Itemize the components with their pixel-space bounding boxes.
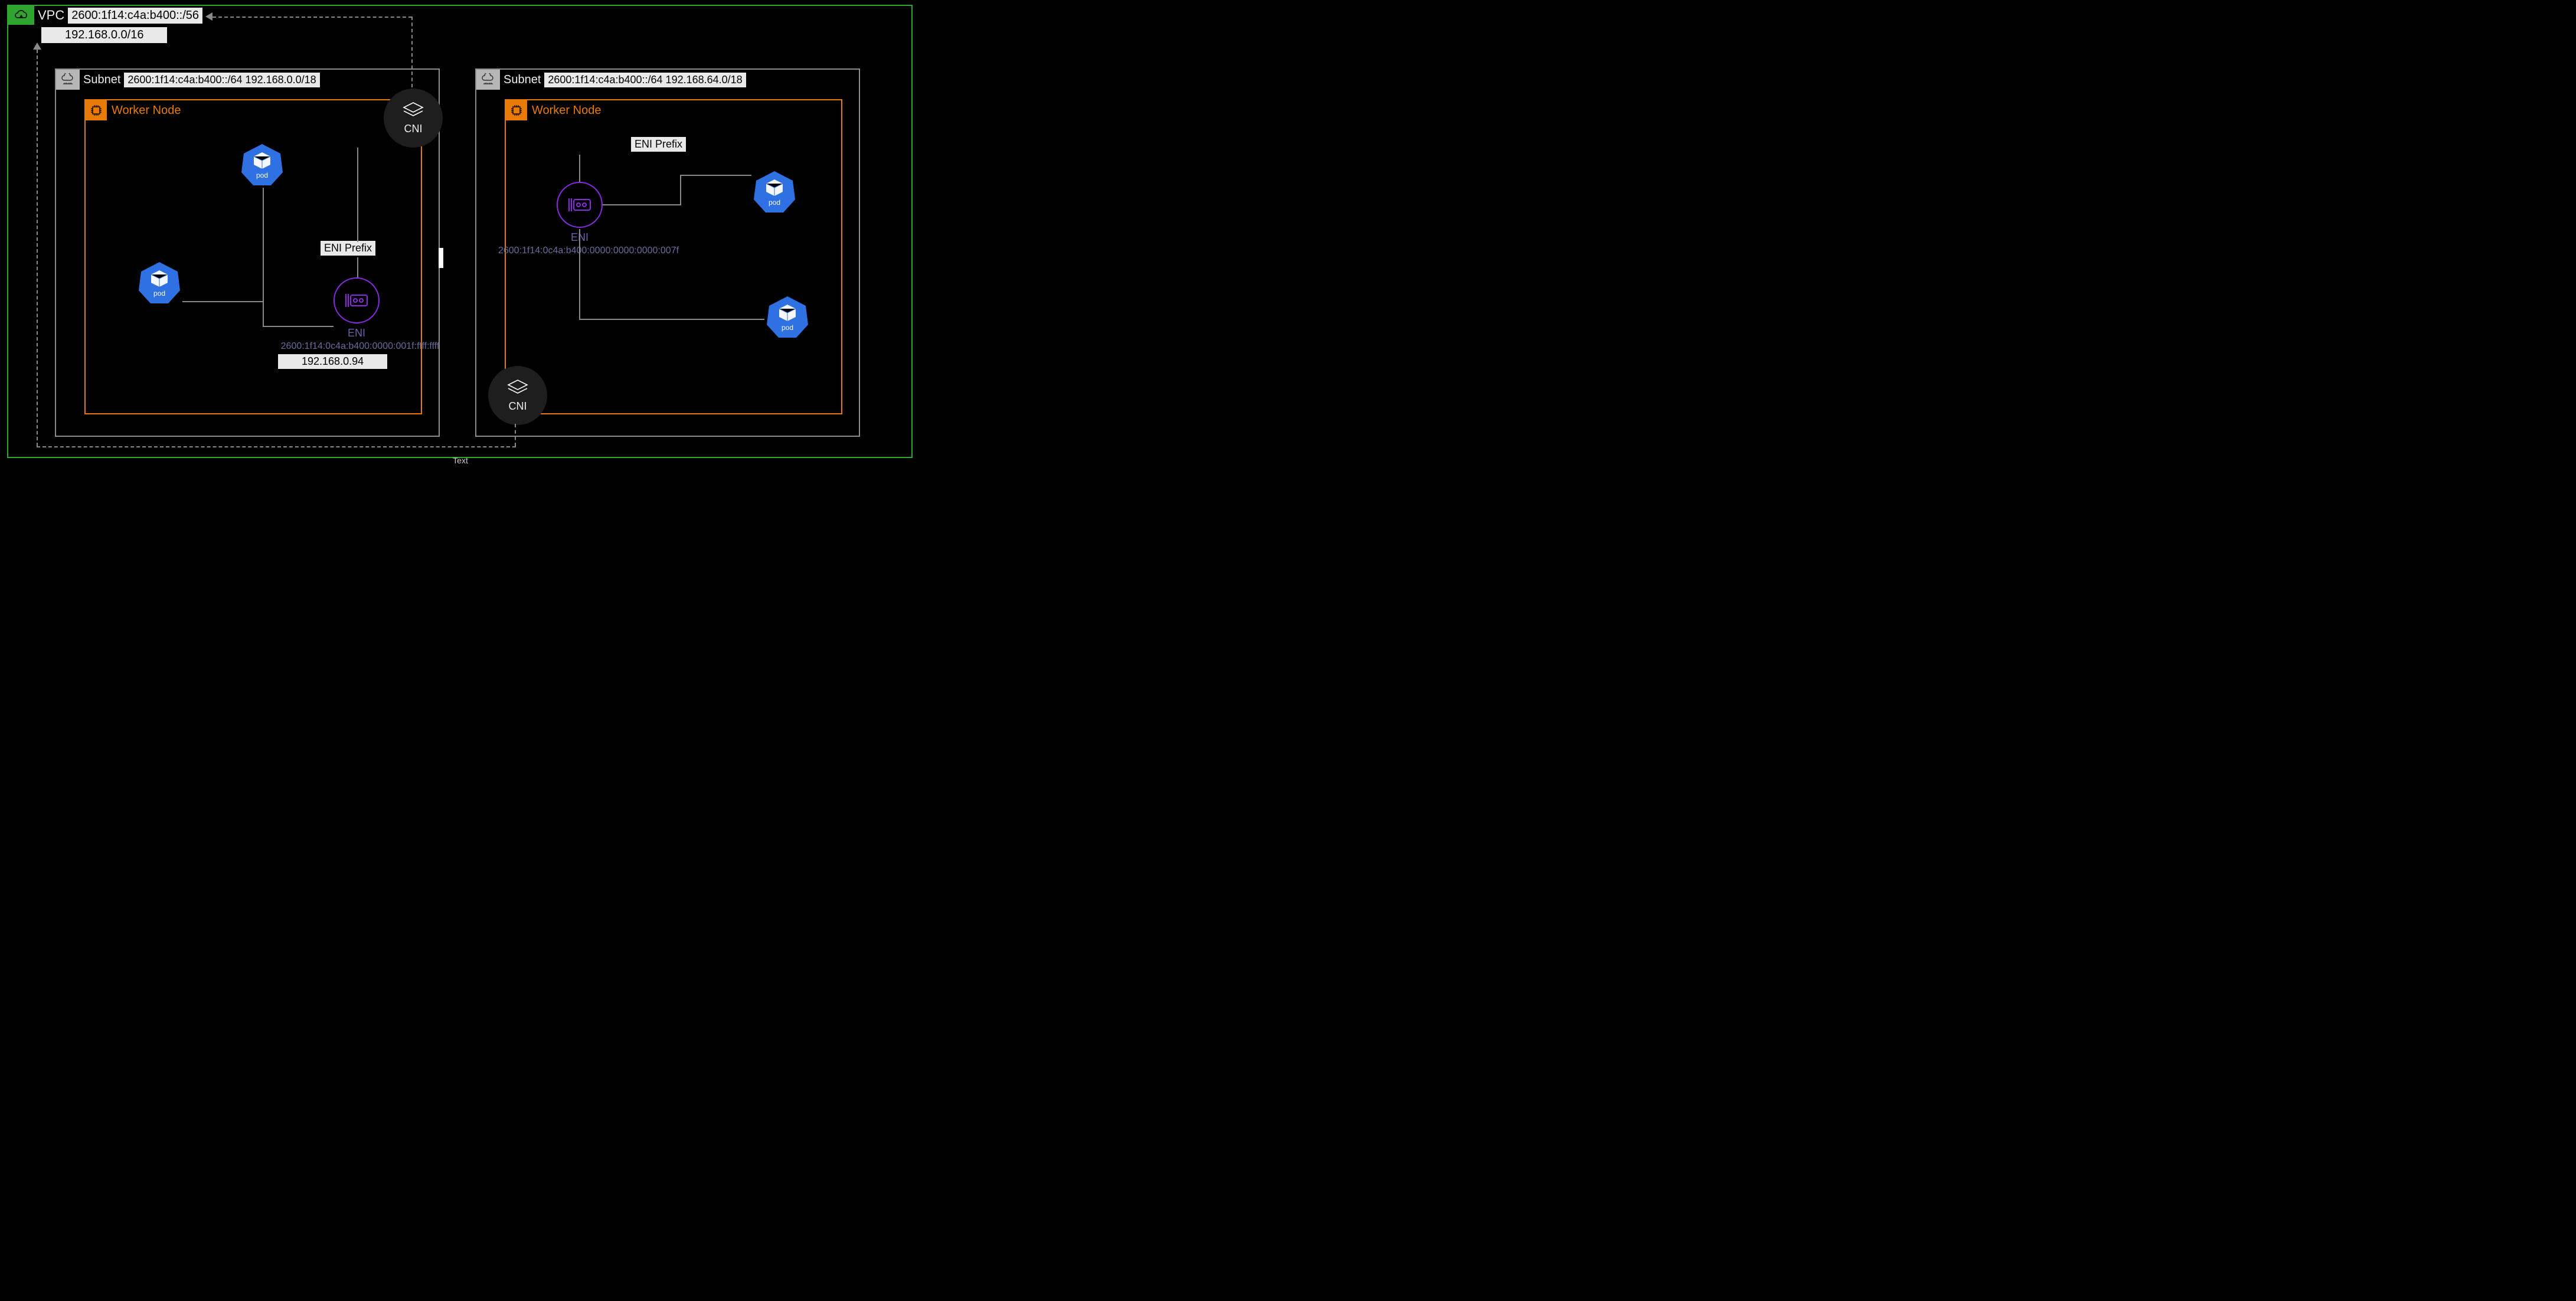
- pod-2a: pod: [751, 169, 797, 215]
- subnet-1-label: Subnet: [83, 73, 120, 87]
- subnet-icon: [56, 70, 80, 90]
- chip-icon: [506, 100, 527, 120]
- connector: [182, 301, 264, 302]
- diagram-stage: VPC 2600:1f14:c4a:b400::/56 192.168.0.0/…: [0, 0, 921, 466]
- network-card-icon: [344, 292, 370, 309]
- dashed-connector: [37, 446, 516, 447]
- eni-2-ipv6: 2600:1f14:0c4a:b400:0000:0000:0000:007f: [488, 246, 689, 256]
- connector: [263, 188, 264, 301]
- connector: [357, 257, 358, 277]
- subnet-2-header: Subnet 2600:1f14:c4a:b400::/64 192.168.6…: [476, 70, 746, 90]
- pod-1b: pod: [136, 260, 182, 306]
- vpc-header: VPC 2600:1f14:c4a:b400::/56: [8, 6, 202, 25]
- dashed-connector: [515, 424, 516, 446]
- worker-2-label: Worker Node: [532, 104, 601, 117]
- worker-node-1: Worker Node CNI pod: [84, 99, 422, 414]
- worker-1-header: Worker Node: [86, 100, 181, 120]
- eni-1-label: ENI: [334, 327, 380, 339]
- chip-icon: [86, 100, 107, 120]
- subnet-2-label: Subnet: [504, 73, 541, 87]
- eni-prefix-1-label: ENI Prefix: [321, 241, 375, 256]
- vpc-cidr-v4: 192.168.0.0/16: [41, 27, 167, 43]
- connector: [579, 229, 580, 319]
- subnet-2: Subnet 2600:1f14:c4a:b400::/64 192.168.6…: [475, 68, 860, 437]
- pod-1a-label: pod: [239, 171, 285, 179]
- side-marker: [439, 248, 443, 268]
- eni-2: [557, 182, 603, 228]
- pod-1a: pod: [239, 142, 285, 188]
- connector: [579, 175, 580, 182]
- cni-2: CNI: [488, 366, 547, 425]
- connector: [263, 326, 334, 327]
- worker-2-header: Worker Node: [506, 100, 601, 120]
- vpc-label: VPC: [38, 8, 64, 23]
- worker-1-label: Worker Node: [112, 104, 181, 117]
- pod-2b-label: pod: [764, 323, 810, 332]
- arrow-left-icon: [205, 12, 213, 21]
- connector: [680, 175, 681, 205]
- dashed-connector: [37, 50, 38, 446]
- cni-1-label: CNI: [404, 123, 423, 135]
- arrow-up-icon: [33, 43, 41, 50]
- layers-icon: [506, 379, 529, 398]
- pod-2b: pod: [764, 294, 810, 340]
- connector: [263, 301, 264, 326]
- connector: [603, 204, 681, 205]
- worker-node-2: Worker Node ENI Prefix ENI 2600:1f14:0c4…: [505, 99, 842, 414]
- dashed-connector: [411, 17, 413, 87]
- connector: [579, 319, 764, 320]
- layers-icon: [401, 102, 425, 120]
- connector: [579, 155, 580, 175]
- vpc-cidr-v6: 2600:1f14:c4a:b400::/56: [68, 8, 202, 24]
- eni-prefix-2-label: ENI Prefix: [631, 137, 686, 152]
- connector: [680, 175, 751, 176]
- pod-1b-label: pod: [136, 289, 182, 298]
- subnet-1-header: Subnet 2600:1f14:c4a:b400::/64 192.168.0…: [56, 70, 320, 90]
- subnet-icon: [476, 70, 500, 90]
- eni-1-ipv4: 192.168.0.94: [278, 354, 387, 369]
- subnet-2-cidr: 2600:1f14:c4a:b400::/64 192.168.64.0/18: [544, 73, 746, 87]
- pod-2a-label: pod: [751, 198, 797, 207]
- connector: [357, 148, 358, 242]
- subnet-1: Subnet 2600:1f14:c4a:b400::/64 192.168.0…: [55, 68, 440, 437]
- cni-1: CNI: [384, 89, 443, 148]
- subnet-1-cidr: 2600:1f14:c4a:b400::/64 192.168.0.0/18: [124, 73, 319, 87]
- footer-text: Text: [0, 456, 921, 465]
- vpc-container: VPC 2600:1f14:c4a:b400::/56 192.168.0.0/…: [7, 5, 913, 458]
- cni-2-label: CNI: [509, 400, 527, 413]
- eni-1-ipv6: 2600:1f14:0c4a:b400:0000:001f:ffff:ffff: [263, 341, 457, 352]
- cloud-icon: [8, 6, 34, 25]
- network-card-icon: [567, 196, 593, 214]
- eni-1: [334, 277, 380, 323]
- dashed-connector: [213, 17, 412, 18]
